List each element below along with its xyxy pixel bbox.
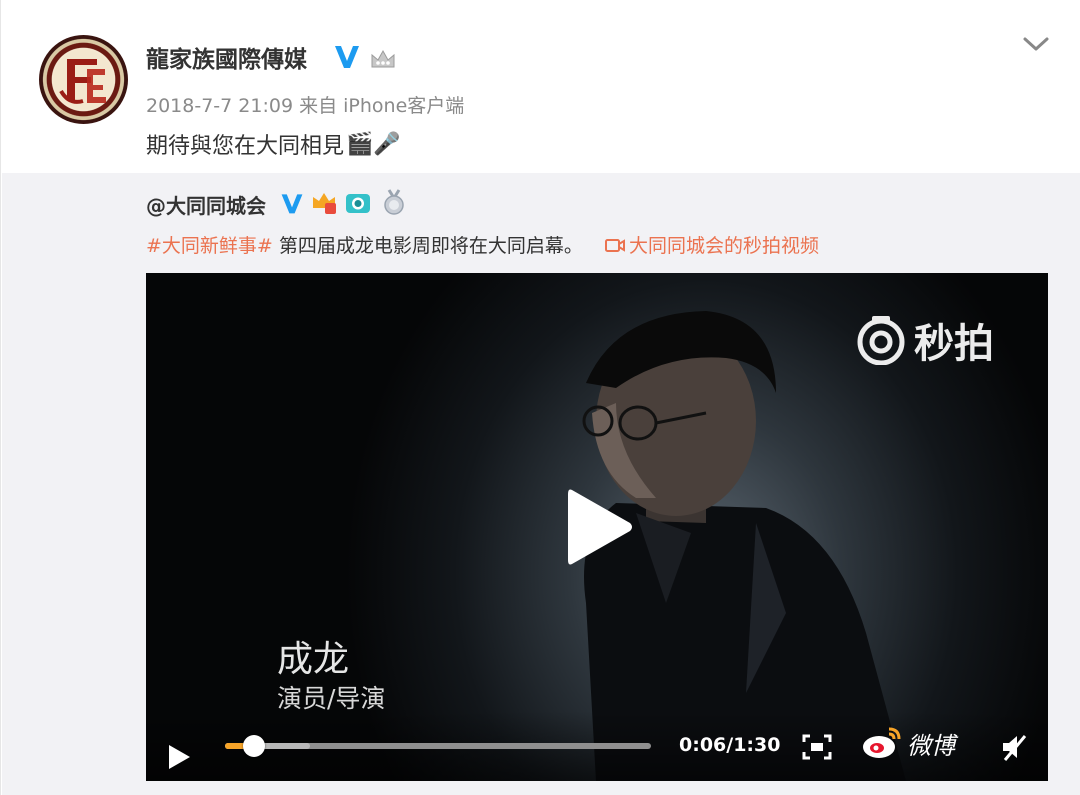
post-text-body: 期待與您在大同相見 [146, 134, 345, 159]
video-player[interactable]: 秒拍 成龙 演员/导演 0:06/1:30 微博 [146, 273, 1048, 781]
miaopai-logo-icon [857, 316, 905, 365]
repost-text-body: 第四届成龙电影周即将在大同启幕。 [272, 235, 583, 257]
weibo-post-card: 龍家族國際傳媒 2018-7-7 21:09 来自 iPhone客户端 期待與您… [0, 0, 1080, 795]
weibo-eye-icon [863, 727, 901, 758]
jfe-logo [53, 49, 114, 110]
video-link-label: 大同同城会的秒拍视频 [628, 235, 819, 257]
post-emoji: 🎬🎤 [346, 131, 401, 157]
play-icon[interactable] [564, 486, 634, 568]
fullscreen-icon[interactable] [802, 734, 832, 760]
repost-text: #大同新鲜事# 第四届成龙电影周即将在大同启幕。 大同同城会的秒拍视频 [146, 231, 819, 258]
post-meta: 2018-7-7 21:09 来自 iPhone客户端 [146, 91, 464, 118]
post-text: 期待與您在大同相見 🎬🎤 [146, 128, 401, 160]
medal-badge-icon[interactable] [380, 188, 408, 216]
video-progress-bar[interactable] [225, 735, 651, 757]
camera-badge-icon[interactable] [344, 188, 372, 216]
weibo-logo: 微博 [861, 725, 955, 761]
video-camera-icon [604, 239, 625, 252]
chevron-down-icon[interactable] [1020, 31, 1052, 57]
member-crown-badge-icon[interactable] [310, 188, 338, 216]
video-link[interactable]: 大同同城会的秒拍视频 [604, 235, 819, 257]
miaopai-watermark: 秒拍 [854, 311, 994, 369]
subtitle-name: 成龙 [277, 639, 350, 680]
video-progress-knob[interactable] [242, 735, 265, 757]
crown-icon[interactable] [369, 47, 397, 71]
post-timestamp[interactable]: 2018-7-7 21:09 [146, 95, 293, 117]
miaopai-watermark-text: 秒拍 [914, 321, 994, 367]
verified-v-icon [335, 46, 359, 68]
video-time: 0:06/1:30 [679, 734, 781, 756]
verified-v-icon [281, 194, 303, 214]
repost-author[interactable]: @大同同城会 [146, 190, 266, 219]
author-avatar[interactable] [39, 35, 128, 124]
mute-icon[interactable] [999, 732, 1029, 762]
subtitle-role: 演员/导演 [277, 684, 386, 713]
author-name[interactable]: 龍家族國際傳媒 [146, 40, 307, 74]
weibo-logo-text: 微博 [907, 731, 955, 760]
play-icon[interactable] [166, 743, 192, 771]
post-source: 来自 iPhone客户端 [299, 95, 465, 117]
hashtag-link[interactable]: #大同新鲜事# [146, 235, 273, 257]
